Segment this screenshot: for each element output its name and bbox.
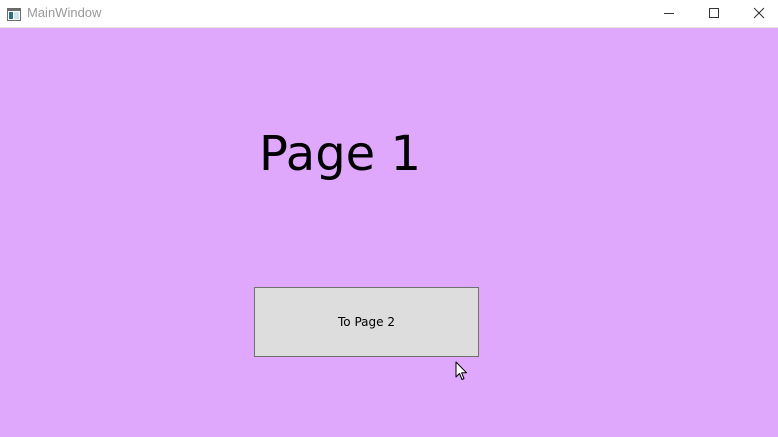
- window-title: MainWindow: [27, 5, 102, 20]
- arrow-cursor-icon: [455, 361, 468, 381]
- close-icon: [753, 4, 765, 23]
- main-window: MainWindow Page 1 To Page 2: [0, 0, 778, 437]
- minimize-button[interactable]: [646, 0, 691, 27]
- close-button[interactable]: [736, 0, 778, 27]
- page-content: Page 1 To Page 2: [0, 28, 778, 437]
- maximize-icon: [708, 4, 720, 23]
- app-window-icon: [7, 6, 21, 21]
- minimize-icon: [663, 4, 675, 23]
- maximize-button[interactable]: [691, 0, 736, 27]
- page-title: Page 1: [259, 126, 421, 182]
- to-page-2-button[interactable]: To Page 2: [254, 287, 479, 357]
- title-bar[interactable]: MainWindow: [0, 0, 778, 28]
